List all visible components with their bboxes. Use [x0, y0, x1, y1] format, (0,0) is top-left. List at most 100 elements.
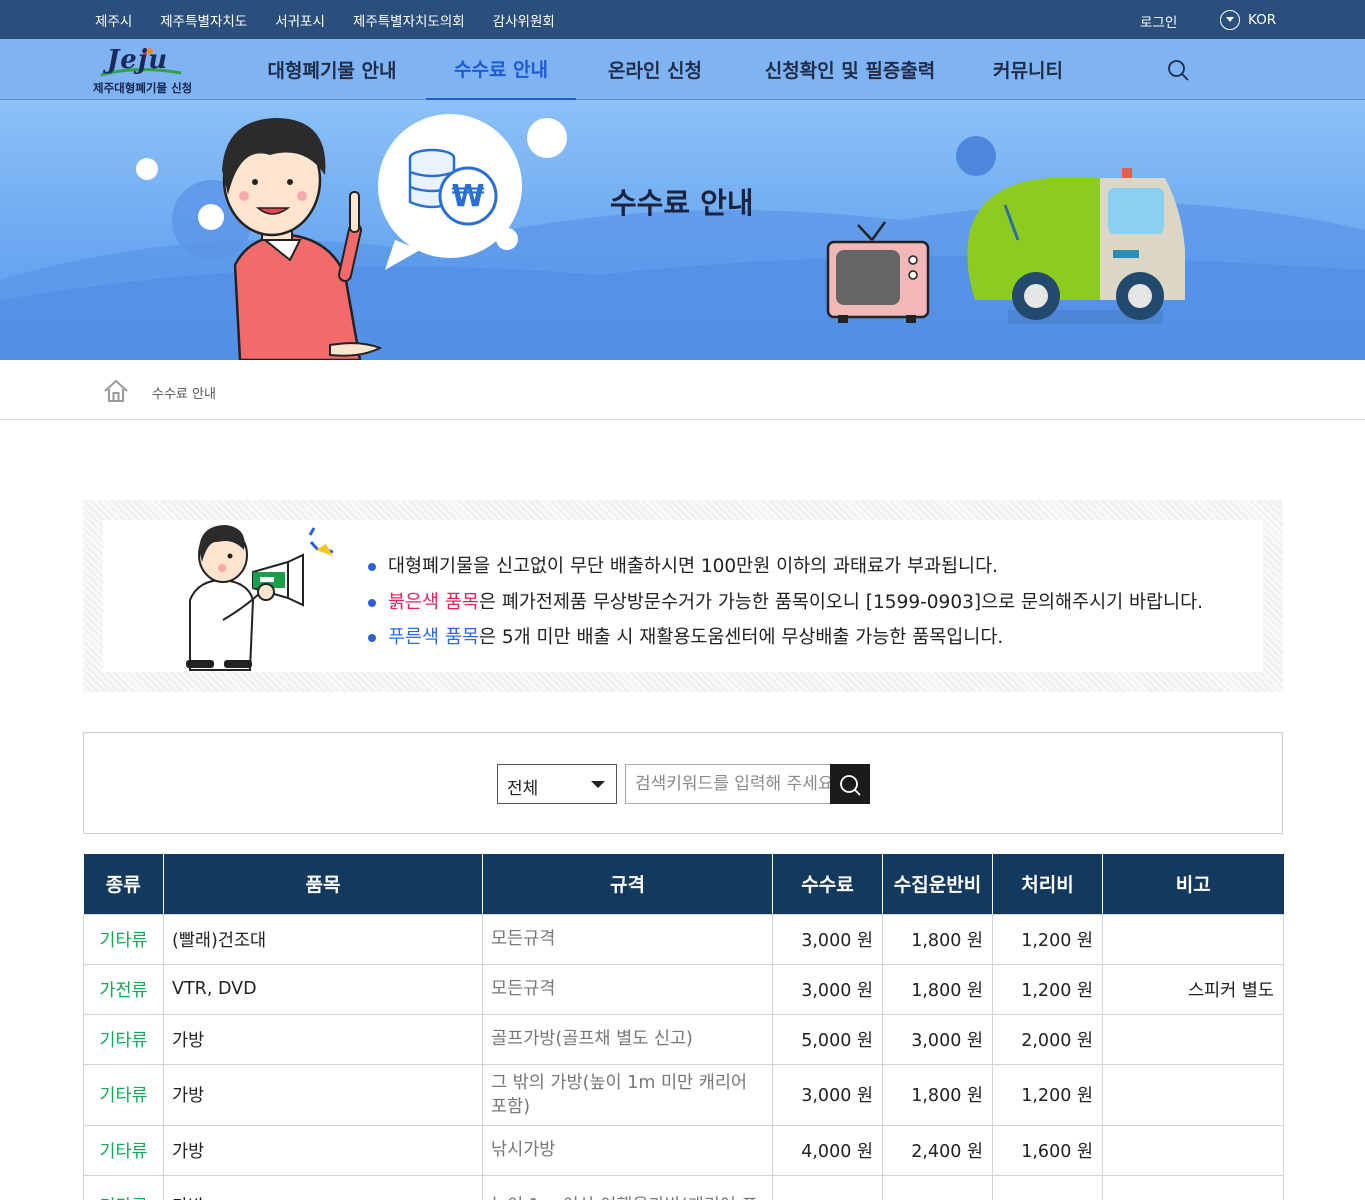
- cell-note: [1102, 1174, 1284, 1200]
- cell-note: [1102, 913, 1284, 965]
- blue-item-highlight: 푸른색 품목: [388, 627, 479, 648]
- language-selector[interactable]: KOR: [1220, 10, 1276, 30]
- cell-processing: 1,200 원: [992, 913, 1103, 965]
- site-logo[interactable]: Jeju 제주대형폐기물 신청: [93, 45, 203, 95]
- site-link-council[interactable]: 제주특별자치도의회: [353, 10, 465, 30]
- site-link-jeju-province[interactable]: 제주특별자치도: [160, 10, 247, 30]
- svg-text:₩: ₩: [451, 179, 484, 214]
- cell-category: 기타류: [83, 913, 164, 965]
- table-row: 가전류 VTR, DVD 모든규격 3,000 원 1,800 원 1,200 …: [83, 963, 1284, 1015]
- cell-processing: 1,200 원: [992, 963, 1103, 1015]
- logo-subtitle: 제주대형폐기물 신청: [93, 81, 193, 95]
- cell-category: 가전류: [83, 963, 164, 1015]
- main-navbar: Jeju 제주대형폐기물 신청 대형폐기물 안내 수수료 안내 온라인 신청 신…: [0, 39, 1365, 100]
- hero-illustration: ₩: [0, 114, 1365, 360]
- notice-list: 대형폐기물을 신고없이 무단 배출하시면 100만원 이하의 과태료가 부과됩니…: [368, 549, 1203, 656]
- logo-mark: Jeju: [107, 45, 169, 75]
- site-link-audit[interactable]: 감사위원회: [493, 10, 555, 30]
- nav-item-fee-guide[interactable]: 수수료 안내: [426, 39, 576, 100]
- table-header-row: 종류 품목 규격 수수료 수집운반비 처리비 비고: [83, 854, 1284, 914]
- search-input[interactable]: [625, 764, 831, 804]
- top-utility-bar: 제주시 제주특별자치도 서귀포시 제주특별자치도의회 감사위원회 로그인 KOR: [0, 0, 1365, 39]
- search-button[interactable]: [830, 764, 870, 804]
- cell-category: 기타류: [83, 1063, 164, 1126]
- notice-item-penalty: 대형폐기물을 신고없이 무단 배출하시면 100만원 이하의 과태료가 부과됩니…: [368, 549, 1203, 585]
- cell-spec: 낚시가방: [482, 1124, 773, 1176]
- notice-box: 대형폐기물을 신고없이 무단 배출하시면 100만원 이하의 과태료가 부과됩니…: [83, 500, 1283, 692]
- site-links: 제주시 제주특별자치도 서귀포시 제주특별자치도의회 감사위원회: [95, 0, 583, 39]
- cell-note: [1102, 1063, 1284, 1126]
- column-header-processing: 처리비: [992, 854, 1103, 914]
- site-link-jeju-city[interactable]: 제주시: [95, 10, 132, 30]
- cell-transport: 1,800 원: [882, 913, 993, 965]
- cell-category: 기타류: [83, 1174, 164, 1200]
- chevron-down-icon: [591, 781, 605, 788]
- hero-banner: ₩ 수수료 안내: [0, 100, 1365, 360]
- table-row: 기타류 가방 낚시가방 4,000 원 2,400 원 1,600 원: [83, 1124, 1284, 1176]
- red-item-highlight: 붉은색 품목: [388, 591, 479, 613]
- cell-processing: 2,000 원: [992, 1013, 1103, 1065]
- column-header-item: 품목: [163, 854, 483, 914]
- search-icon[interactable]: [1167, 59, 1189, 81]
- cell-note: 스피커 별도: [1102, 963, 1284, 1015]
- column-header-note: 비고: [1102, 854, 1284, 914]
- cell-note: [1102, 1013, 1284, 1065]
- cell-category: 기타류: [83, 1013, 164, 1065]
- search-icon: [840, 775, 861, 796]
- cell-note: [1102, 1124, 1284, 1176]
- cell-spec: 모든규격: [482, 913, 773, 965]
- column-header-transport: 수집운반비: [882, 854, 993, 914]
- cell-fee: 5,000 원: [772, 1013, 883, 1065]
- cell-category: 기타류: [83, 1124, 164, 1176]
- cell-fee: 3,000 원: [772, 1063, 883, 1126]
- notice-item-blue-items: 푸른색 품목은 5개 미만 배출 시 재활용도움센터에 무상배출 가능한 품목입…: [368, 620, 1203, 656]
- cell-item: 가방: [163, 1013, 483, 1065]
- cell-item: 가방: [163, 1124, 483, 1176]
- nav-item-check-print[interactable]: 신청확인 및 필증출력: [734, 39, 966, 100]
- cell-transport: 1,800 원: [882, 1063, 993, 1126]
- column-header-fee: 수수료: [772, 854, 883, 914]
- cell-spec: 높이 1m 이상 여행용가방(캐리어 포: [482, 1174, 773, 1200]
- table-row: 기타류 가방 그 밖의 가방(높이 1m 미만 캐리어 포함) 3,000 원 …: [83, 1063, 1284, 1126]
- cell-transport: 3,000 원: [882, 1013, 993, 1065]
- breadcrumb-current: 수수료 안내: [152, 387, 216, 402]
- cell-transport: 1,800 원: [882, 963, 993, 1015]
- chevron-down-icon: [1220, 10, 1240, 30]
- page-title: 수수료 안내: [610, 186, 754, 220]
- site-link-seogwipo[interactable]: 서귀포시: [275, 10, 325, 30]
- search-panel: 전체: [83, 732, 1283, 834]
- cell-fee: 3,000 원: [772, 963, 883, 1015]
- main-nav: 대형폐기물 안내 수수료 안내 온라인 신청 신청확인 및 필증출력 커뮤니티: [238, 39, 1090, 100]
- table-row: 기타류 가방 높이 1m 이상 여행용가방(캐리어 포: [83, 1174, 1284, 1200]
- nav-item-online-apply[interactable]: 온라인 신청: [576, 39, 734, 100]
- category-select-value: 전체: [507, 779, 539, 799]
- cell-spec: 모든규격: [482, 963, 773, 1015]
- table-row: 기타류 (빨래)건조대 모든규격 3,000 원 1,800 원 1,200 원: [83, 913, 1284, 965]
- category-select[interactable]: 전체: [497, 764, 617, 804]
- notice-inner: 대형폐기물을 신고없이 무단 배출하시면 100만원 이하의 과태료가 부과됩니…: [103, 520, 1263, 672]
- cell-item: (빨래)건조대: [163, 913, 483, 965]
- cell-fee: [772, 1174, 883, 1200]
- cell-fee: 4,000 원: [772, 1124, 883, 1176]
- cell-item: 가방: [163, 1174, 483, 1200]
- cell-transport: [882, 1174, 993, 1200]
- cell-spec: 골프가방(골프채 별도 신고): [482, 1013, 773, 1065]
- megaphone-character-illustration: [186, 525, 334, 671]
- nav-item-waste-guide[interactable]: 대형폐기물 안내: [238, 39, 426, 100]
- cell-item: VTR, DVD: [163, 963, 483, 1015]
- fee-table: 종류 품목 규격 수수료 수집운반비 처리비 비고 기타류 (빨래)건조대 모든…: [83, 854, 1284, 1200]
- breadcrumb: 수수료 안내: [0, 360, 1365, 420]
- nav-item-community[interactable]: 커뮤니티: [966, 39, 1090, 100]
- table-row: 기타류 가방 골프가방(골프채 별도 신고) 5,000 원 3,000 원 2…: [83, 1013, 1284, 1065]
- cell-spec: 그 밖의 가방(높이 1m 미만 캐리어 포함): [482, 1063, 773, 1126]
- cell-transport: 2,400 원: [882, 1124, 993, 1176]
- language-label: KOR: [1248, 12, 1277, 28]
- cell-processing: 1,600 원: [992, 1124, 1103, 1176]
- cell-fee: 3,000 원: [772, 913, 883, 965]
- cell-processing: [992, 1174, 1103, 1200]
- home-icon[interactable]: [103, 379, 129, 403]
- login-link[interactable]: 로그인: [1140, 11, 1177, 31]
- cell-processing: 1,200 원: [992, 1063, 1103, 1126]
- column-header-category: 종류: [83, 854, 164, 914]
- cell-item: 가방: [163, 1063, 483, 1126]
